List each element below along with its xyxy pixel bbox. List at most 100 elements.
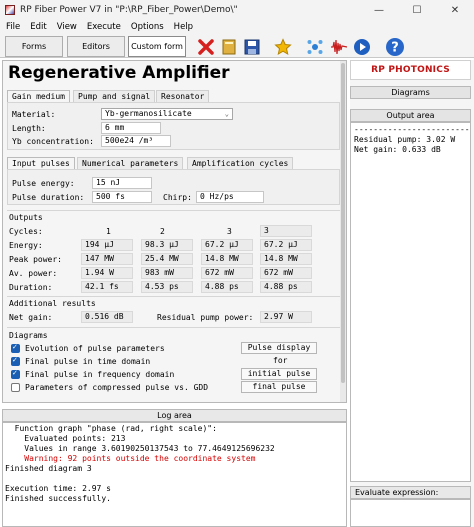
additional-results-divider (7, 296, 340, 297)
log-line: Finished diagram 3 (5, 464, 92, 473)
material-select[interactable]: Yb-germanosilicate ⌄ (101, 108, 233, 120)
form-title: Regenerative Amplifier (8, 63, 230, 83)
yb-concentration-field[interactable]: 500e24 /m³ (101, 135, 171, 147)
residual-pump-value: 2.97 W (260, 311, 312, 323)
tab-gain-medium[interactable]: Gain medium (7, 90, 70, 102)
diagram-label: Final pulse in frequency domain (25, 370, 175, 379)
tab-numerical-parameters[interactable]: Numerical parameters (77, 157, 184, 169)
avg-power-label: Av. power: (9, 269, 58, 278)
input-pulses-panel: Pulse energy: 15 nJ Pulse duration: 500 … (7, 169, 340, 205)
duration-value: 4.53 ps (141, 281, 193, 293)
pulse-duration-field[interactable]: 500 fs (92, 191, 152, 203)
side-panel: RP PHOTONICS Diagrams Output area ------… (350, 60, 474, 527)
cycles-label: Cycles: (9, 227, 43, 236)
final-pulse-button[interactable]: final pulse (241, 381, 317, 393)
cycle-header-field: 3 (260, 225, 312, 237)
evaluate-expression-input[interactable] (350, 499, 471, 527)
energy-value: 194 µJ (81, 239, 133, 251)
energy-label: Energy: (9, 241, 43, 250)
avg-power-value: 983 mW (141, 267, 193, 279)
log-line: Evaluated points: 213 (5, 434, 126, 443)
output-area[interactable]: ------------------------- Residual pump:… (350, 122, 471, 482)
diagrams-heading: Diagrams (9, 331, 48, 340)
gain-medium-panel: Material: Yb-germanosilicate ⌄ Length: 6… (7, 102, 340, 150)
window-controls: — ☐ ✕ (360, 0, 474, 20)
material-label: Material: (12, 110, 56, 119)
editors-button[interactable]: Editors (67, 36, 125, 57)
scrollbar-thumb[interactable] (341, 63, 345, 383)
length-label: Length: (12, 124, 46, 133)
menu-file[interactable]: File (6, 22, 20, 32)
energy-value: 67.2 µJ (260, 239, 312, 251)
diagrams-divider (7, 327, 340, 328)
peak-power-value: 14.8 MW (260, 253, 312, 265)
initial-pulse-button[interactable]: initial pulse (241, 368, 317, 380)
diagram-label: Evolution of pulse parameters (25, 344, 165, 353)
length-field[interactable]: 6 mm (101, 122, 161, 134)
minimize-button[interactable]: — (360, 0, 398, 20)
log-area-header: Log area (2, 409, 347, 422)
log-area[interactable]: Function graph "phase (rad, right scale)… (2, 422, 347, 527)
menu-help[interactable]: Help (174, 22, 193, 32)
diagram-checkbox-compressed-gdd[interactable] (11, 383, 20, 392)
diagram-checkbox-frequency-domain[interactable] (11, 369, 20, 379)
pulse-duration-label: Pulse duration: (12, 193, 85, 202)
molecule-icon[interactable] (304, 36, 326, 57)
log-line: Function graph "phase (rad, right scale)… (5, 424, 217, 433)
pulse-energy-label: Pulse energy: (12, 179, 75, 188)
duration-value: 4.88 ps (260, 281, 312, 293)
waveform-icon[interactable] (328, 36, 350, 57)
net-gain-value: 0.516 dB (81, 311, 133, 323)
output-line: Residual pump: 3.02 W (354, 135, 456, 144)
peak-power-value: 14.8 MW (201, 253, 253, 265)
close-button[interactable]: ✕ (436, 0, 474, 20)
tab-resonator[interactable]: Resonator (156, 90, 210, 102)
save-icon[interactable] (241, 36, 263, 57)
maximize-button[interactable]: ☐ (398, 0, 436, 20)
menu-bar: File Edit View Execute Options Help (0, 20, 474, 34)
book-icon[interactable] (218, 36, 240, 57)
residual-pump-label: Residual pump power: (157, 313, 254, 322)
net-gain-label: Net gain: (9, 313, 53, 322)
output-area-header: Output area (350, 109, 471, 122)
diagrams-button[interactable]: Diagrams (350, 86, 471, 99)
tab-amplification-cycles[interactable]: Amplification cycles (187, 157, 294, 169)
additional-results-heading: Additional results (9, 299, 96, 308)
chevron-down-icon: ⌄ (224, 110, 229, 118)
form-scrollbar[interactable] (340, 61, 346, 402)
svg-text:?: ? (391, 40, 399, 55)
menu-options[interactable]: Options (131, 22, 164, 32)
menu-view[interactable]: View (57, 22, 77, 32)
tab-input-pulses[interactable]: Input pulses (7, 157, 75, 169)
menu-execute[interactable]: Execute (87, 22, 121, 32)
play-icon[interactable] (351, 36, 373, 57)
pulse-display-button[interactable]: Pulse display (241, 342, 317, 354)
diagram-label: Parameters of compressed pulse vs. GDD (25, 383, 209, 392)
tab-pump-and-signal[interactable]: Pump and signal (73, 90, 156, 102)
chirp-label: Chirp: (163, 193, 192, 202)
energy-value: 67.2 µJ (201, 239, 253, 251)
help-icon[interactable]: ? (384, 36, 406, 57)
diagram-checkbox-evolution[interactable] (11, 343, 20, 353)
menu-edit[interactable]: Edit (30, 22, 46, 32)
avg-power-value: 672 mW (201, 267, 253, 279)
log-line: Execution time: 2.97 s (5, 484, 111, 493)
avg-power-value: 672 mW (260, 267, 312, 279)
custom-form-button[interactable]: Custom form (128, 36, 186, 57)
pulse-energy-field[interactable]: 15 nJ (92, 177, 152, 189)
peak-power-label: Peak power: (9, 255, 62, 264)
toolbar: Forms Editors Custom form ? (0, 34, 474, 58)
star-icon[interactable] (272, 36, 294, 57)
rp-photonics-logo: RP PHOTONICS (350, 60, 471, 80)
cycle-header: 1 (106, 227, 111, 236)
duration-label: Duration: (9, 283, 53, 292)
peak-power-value: 25.4 MW (141, 253, 193, 265)
window-title: RP Fiber Power V7 in "P:\RP_Fiber_Power\… (20, 5, 238, 15)
log-line: Values in range 3.60190250137543 to 77.4… (5, 444, 275, 453)
forms-button[interactable]: Forms (5, 36, 63, 57)
chirp-field[interactable]: 0 Hz/ps (196, 191, 264, 203)
cycle-header: 3 (227, 227, 232, 236)
cycle-header: 2 (160, 227, 165, 236)
diagram-checkbox-time-domain[interactable] (11, 356, 20, 366)
close-x-icon[interactable] (195, 36, 217, 57)
